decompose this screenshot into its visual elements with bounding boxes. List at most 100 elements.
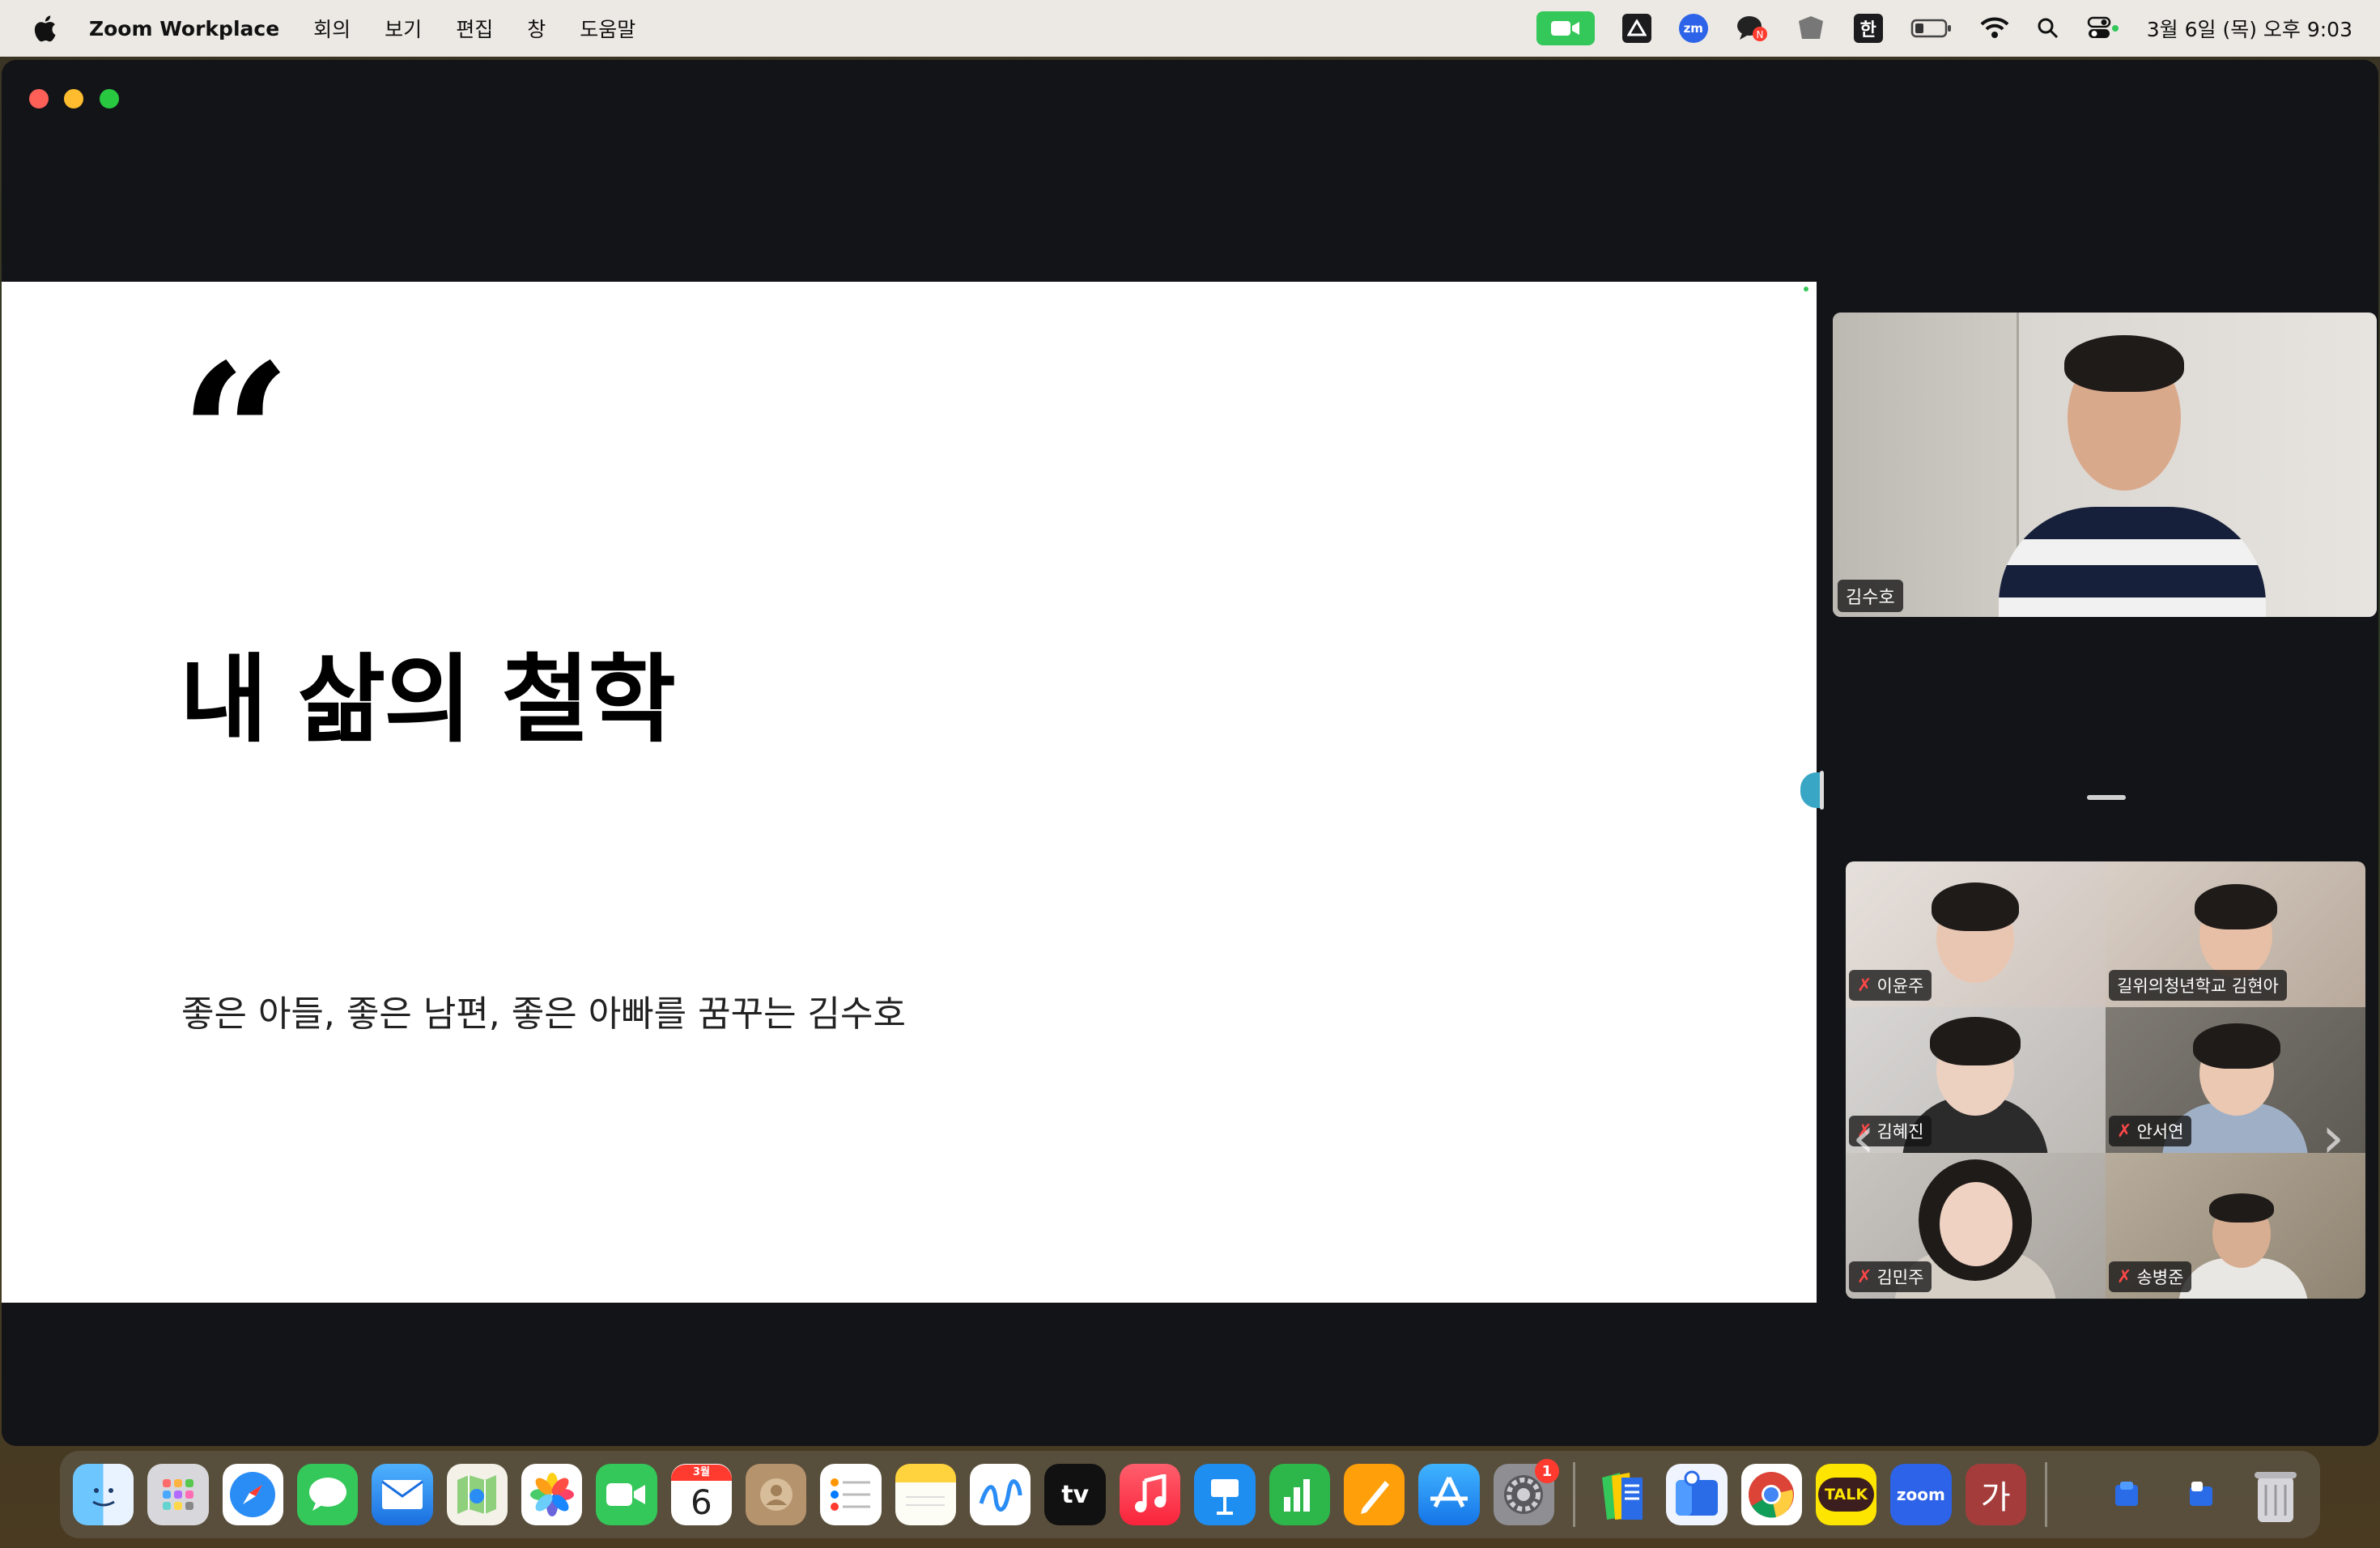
- dock-separator: [1572, 1462, 1575, 1527]
- svg-text:N: N: [1756, 29, 1763, 40]
- mail-icon[interactable]: [372, 1464, 433, 1525]
- search-icon[interactable]: [2037, 17, 2059, 40]
- participant-name: 안서연: [2136, 1122, 2184, 1142]
- files-app-icon[interactable]: [1592, 1464, 1652, 1525]
- participant-name-tag: ✗ 송병준: [2109, 1261, 2192, 1292]
- drive-icon[interactable]: [1621, 14, 1651, 43]
- launchpad-icon[interactable]: [147, 1464, 209, 1525]
- participant-tile[interactable]: ✗ 김혜진: [1846, 1007, 2106, 1153]
- participant-hair: [1930, 1017, 2021, 1065]
- wifi-icon[interactable]: [1980, 17, 2009, 40]
- participant-tile[interactable]: ✗ 김민주: [1846, 1153, 2106, 1299]
- calendar-month: 3월: [670, 1465, 733, 1481]
- active-speaker-video[interactable]: 김수호: [1833, 313, 2377, 617]
- chat-notification-icon[interactable]: N: [1736, 14, 1768, 43]
- messages-icon[interactable]: [297, 1464, 359, 1525]
- photos-icon[interactable]: [521, 1464, 583, 1525]
- system-settings-icon[interactable]: 1: [1493, 1459, 1559, 1525]
- participant-gallery: ✗ 이윤주 길위의청년학교 김현아 ✗ 김혜진 ✗ 안서연 ✗ 김민주 ✗ 송병…: [1846, 861, 2365, 1299]
- speaker-name: 김수호: [1846, 588, 1895, 608]
- video-strip-handle[interactable]: [2087, 795, 2126, 800]
- control-center-icon[interactable]: [2087, 16, 2119, 40]
- zoom-app-icon[interactable]: zoom: [1890, 1464, 1952, 1525]
- file-manager-icon[interactable]: [1666, 1464, 1728, 1525]
- menu-bar: Zoom Workplace 회의 보기 편집 창 도움말 zm N 한 3월: [0, 0, 2380, 57]
- extension-icon[interactable]: [1796, 15, 1826, 42]
- shared-screen-slide: “ 내 삶의 철학 좋은 아들, 좋은 남편, 좋은 아빠를 꿈꾸는 김수호: [2, 282, 1817, 1303]
- ga-label: 가: [1980, 1479, 2011, 1516]
- apple-tv-label: tv: [1061, 1480, 1090, 1509]
- pages-icon[interactable]: [1343, 1464, 1405, 1525]
- documents-stack-icon[interactable]: [2170, 1464, 2231, 1525]
- maps-icon[interactable]: [446, 1464, 508, 1525]
- participant-tile[interactable]: ✗ 송병준: [2106, 1153, 2365, 1299]
- menu-window[interactable]: 창: [527, 14, 546, 43]
- gallery-prev-arrow[interactable]: ‹: [1852, 1104, 1875, 1171]
- slide-subtitle: 좋은 아들, 좋은 남편, 좋은 아빠를 꿈꾸는 김수호: [181, 993, 906, 1035]
- muted-mic-icon: ✗: [2117, 1266, 2132, 1287]
- slide-title: 내 삶의 철학: [180, 644, 676, 755]
- participant-hair: [1932, 882, 2019, 931]
- zoom-label: zoom: [1896, 1485, 1945, 1504]
- participant-name: 김혜진: [1876, 1122, 1924, 1142]
- background-door: [1833, 313, 2019, 617]
- participant-name-tag: ✗ 김민주: [1849, 1261, 1932, 1292]
- gallery-next-arrow[interactable]: ›: [2322, 1104, 2344, 1171]
- participant-name: 송병준: [2136, 1268, 2184, 1287]
- participant-tile[interactable]: ✗ 이윤주: [1846, 861, 2106, 1007]
- keynote-icon[interactable]: [1194, 1464, 1256, 1525]
- window-fullscreen-button[interactable]: [100, 89, 119, 108]
- menu-edit[interactable]: 편집: [456, 14, 493, 43]
- menu-help[interactable]: 도움말: [580, 14, 635, 43]
- trash-icon[interactable]: [2246, 1464, 2306, 1525]
- speaker-hair: [2064, 335, 2184, 392]
- input-source-icon[interactable]: 한: [1853, 14, 1883, 43]
- participant-name-tag: ✗ 이윤주: [1849, 970, 1932, 1001]
- muted-mic-icon: ✗: [1857, 1266, 1872, 1287]
- apple-tv-icon[interactable]: tv: [1044, 1464, 1106, 1525]
- zoom-menu-icon[interactable]: zm: [1678, 14, 1708, 43]
- panel-resize-bar[interactable]: [1820, 771, 1824, 810]
- chrome-icon[interactable]: [1740, 1464, 1802, 1525]
- window-close-button[interactable]: [29, 89, 49, 108]
- facetime-icon[interactable]: [596, 1464, 657, 1525]
- menu-bar-clock[interactable]: 3월 6일 (목) 오후 9:03: [2147, 14, 2352, 43]
- muted-mic-icon: ✗: [1857, 975, 1872, 996]
- numbers-icon[interactable]: [1269, 1464, 1330, 1525]
- share-indicator-dot: [1804, 287, 1808, 291]
- music-icon[interactable]: [1119, 1464, 1181, 1525]
- app-store-icon[interactable]: [1418, 1464, 1480, 1525]
- muted-mic-icon: ✗: [2117, 1121, 2132, 1142]
- contacts-icon[interactable]: [746, 1464, 807, 1525]
- participant-name: 김민주: [1876, 1268, 1924, 1287]
- participant-name-tag: 길위의청년학교 김현아: [2109, 970, 2287, 1001]
- calendar-icon[interactable]: 3월 6: [670, 1464, 733, 1525]
- apple-icon[interactable]: [32, 15, 57, 42]
- participant-name: 길위의청년학교 김현아: [2117, 976, 2279, 996]
- participant-face: [1940, 1182, 2012, 1266]
- dictionary-ga-icon[interactable]: 가: [1965, 1464, 2026, 1525]
- finder-icon[interactable]: [73, 1464, 134, 1525]
- dock-separator: [2044, 1462, 2047, 1527]
- participant-tile[interactable]: 길위의청년학교 김현아: [2106, 861, 2365, 1007]
- notes-icon[interactable]: [895, 1464, 957, 1525]
- speaker-shirt: [1999, 507, 2266, 617]
- menu-meeting[interactable]: 회의: [313, 14, 351, 43]
- safari-icon[interactable]: [222, 1464, 284, 1525]
- menu-view[interactable]: 보기: [385, 14, 422, 43]
- participant-hair: [2195, 884, 2277, 929]
- downloads-stack-icon[interactable]: [2096, 1464, 2157, 1525]
- window-minimize-button[interactable]: [64, 89, 83, 108]
- battery-icon[interactable]: [1910, 18, 1953, 39]
- participant-hair: [2193, 1023, 2280, 1069]
- zoom-video-status-icon[interactable]: [1536, 11, 1595, 45]
- speaker-name-tag: 김수호: [1838, 580, 1903, 612]
- reminders-icon[interactable]: [820, 1464, 882, 1525]
- kakaotalk-label: TALK: [1818, 1478, 1875, 1512]
- kakaotalk-icon[interactable]: TALK: [1815, 1464, 1877, 1525]
- app-name-menu[interactable]: Zoom Workplace: [89, 17, 279, 40]
- freeform-icon[interactable]: [970, 1464, 1031, 1525]
- participant-name-tag: ✗ 안서연: [2109, 1116, 2192, 1146]
- participant-hair: [2209, 1193, 2274, 1223]
- calendar-day: 6: [691, 1482, 712, 1522]
